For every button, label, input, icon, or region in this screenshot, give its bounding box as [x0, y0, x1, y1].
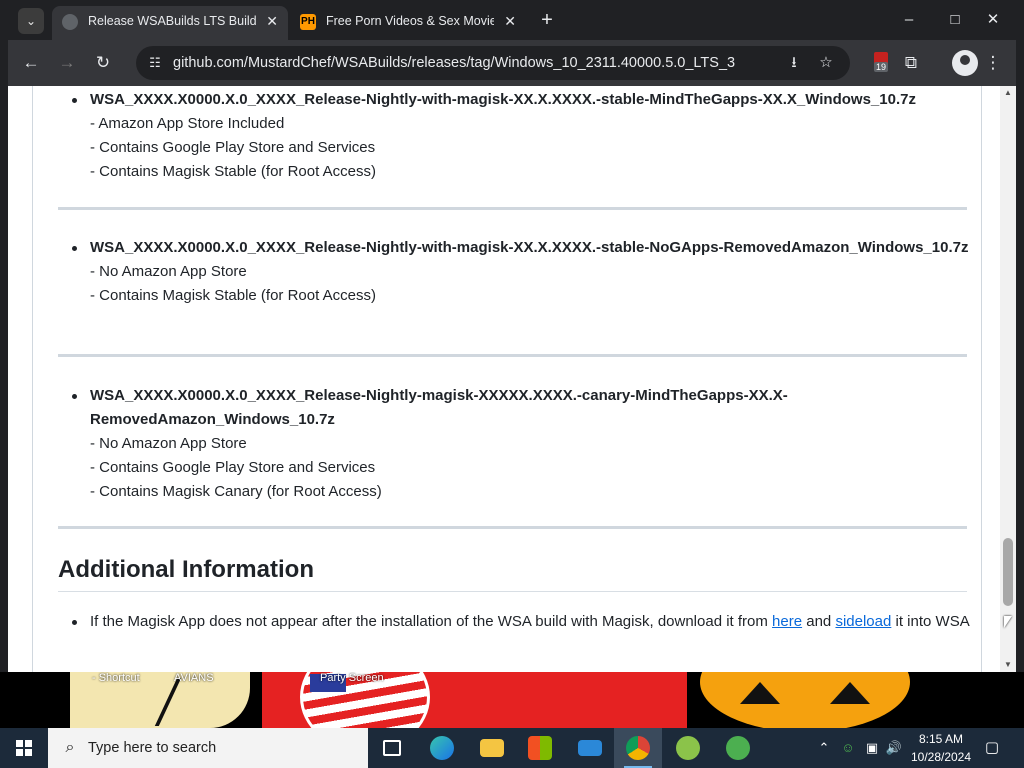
tray-app-icon[interactable]: ☺ — [838, 738, 858, 758]
install-app-icon[interactable]: ⭳ — [784, 53, 804, 73]
taskbar-app-chrome[interactable] — [614, 728, 662, 768]
new-tab-button[interactable]: + — [534, 8, 560, 34]
github-icon — [62, 14, 78, 30]
asset-filename: WSA_XXXX.X0000.X.0_XXXX_Release-Nightly-… — [90, 387, 788, 428]
tab-search-button[interactable]: ⌄ — [18, 8, 44, 34]
edge-icon — [430, 736, 454, 760]
here-link[interactable]: here — [772, 613, 802, 630]
bullet-icon — [72, 246, 77, 251]
search-icon: ⌕ — [65, 739, 75, 756]
close-window-button[interactable]: ✕ — [970, 0, 1016, 40]
tab-title: Free Porn Videos & Sex Movies — [326, 14, 494, 28]
desktop-icon-label[interactable]: Party Screen — [320, 672, 384, 684]
task-view-button[interactable] — [368, 728, 416, 768]
desktop-icon-label[interactable]: AVIANS — [174, 672, 214, 684]
browser-window: ⌄ Release WSABuilds LTS Build #3 ✕ PH Fr… — [0, 0, 1024, 672]
asset-filename: WSA_XXXX.X0000.X.0_XXXX_Release-Nightly-… — [90, 91, 916, 108]
tab-active[interactable]: Release WSABuilds LTS Build #3 ✕ — [52, 6, 288, 40]
asset-note: - Contains Magisk Stable (for Root Acces… — [90, 163, 376, 180]
taskbar-app-edge[interactable] — [418, 728, 466, 768]
scroll-down-arrow-icon[interactable]: ▼ — [1000, 658, 1016, 672]
tab-inactive[interactable]: PH Free Porn Videos & Sex Movies ✕ — [290, 6, 526, 40]
chrome-icon — [626, 736, 650, 760]
asset-note: - Amazon App Store Included — [90, 115, 285, 132]
extensions-puzzle-icon[interactable]: ⧉ — [896, 48, 926, 78]
taskbar-app-file-explorer[interactable] — [468, 728, 516, 768]
release-asset-item: WSA_XXXX.X0000.X.0_XXXX_Release-Nightly-… — [72, 236, 970, 308]
page-scrollbar[interactable]: ▲ ▼ — [1000, 86, 1016, 672]
site-info-icon[interactable]: ☷ — [146, 54, 164, 72]
asset-note: - Contains Google Play Store and Service… — [90, 459, 376, 476]
asset-note: - Contains Magisk Stable (for Root Acces… — [90, 287, 376, 304]
site-favicon-icon: PH — [300, 14, 316, 30]
back-button[interactable]: ← — [16, 48, 46, 78]
forward-button[interactable]: → — [52, 48, 82, 78]
divider — [58, 354, 967, 357]
sideload-link[interactable]: sideload — [835, 613, 891, 630]
release-notes-content: WSA_XXXX.X0000.X.0_XXXX_Release-Nightly-… — [32, 86, 982, 672]
info-text: it into WSA — [891, 613, 970, 630]
asset-note: - No Amazon App Store — [90, 435, 247, 452]
divider — [58, 526, 967, 529]
menu-kebab-icon[interactable]: ⋮ — [978, 48, 1008, 78]
extension-badge-count: 19 — [874, 62, 889, 72]
taskbar-search[interactable]: ⌕ Type here to search — [48, 728, 368, 768]
release-asset-item: WSA_XXXX.X0000.X.0_XXXX_Release-Nightly-… — [72, 384, 970, 504]
info-text: If the Magisk App does not appear after … — [90, 613, 773, 630]
app-green-icon — [676, 736, 700, 760]
page-viewport: WSA_XXXX.X0000.X.0_XXXX_Release-Nightly-… — [8, 86, 1016, 672]
url-text[interactable]: github.com/MustardChef/WSABuilds/release… — [173, 46, 735, 80]
notification-icon[interactable]: ▢ — [980, 736, 1004, 760]
people-icon — [726, 736, 750, 760]
scrollbar-thumb[interactable] — [1003, 538, 1013, 606]
taskbar-app-people[interactable] — [714, 728, 762, 768]
bullet-icon — [72, 394, 77, 399]
start-button[interactable] — [0, 728, 48, 768]
taskbar-app-green[interactable] — [664, 728, 712, 768]
profile-avatar[interactable] — [952, 50, 978, 76]
store-icon — [528, 736, 552, 760]
clock-time: 8:15 AM — [918, 732, 964, 746]
asset-note: - Contains Google Play Store and Service… — [90, 139, 376, 156]
reload-button[interactable]: ↻ — [88, 48, 118, 78]
heading-rule — [58, 591, 967, 592]
additional-info-item: If the Magisk App does not appear after … — [72, 610, 970, 634]
minimize-button[interactable]: – — [886, 0, 932, 40]
bullet-icon — [72, 620, 77, 625]
tab-strip: ⌄ Release WSABuilds LTS Build #3 ✕ PH Fr… — [8, 0, 1016, 40]
desktop-icon-label[interactable]: - Shortcut — [92, 672, 140, 684]
section-heading: Additional Information — [58, 556, 314, 583]
desktop-wallpaper: - Shortcut AVIANS Party Screen — [0, 672, 1024, 728]
windows-taskbar: ⌕ Type here to search ⌃ ☺ ▣ 🔊 8:15 AM 10… — [0, 728, 1024, 768]
asset-filename: WSA_XXXX.X0000.X.0_XXXX_Release-Nightly-… — [90, 239, 969, 256]
asset-note: - Contains Magisk Canary (for Root Acces… — [90, 483, 382, 500]
taskbar-app-store[interactable] — [516, 728, 564, 768]
mail-icon — [578, 740, 602, 756]
info-text: and — [802, 613, 836, 630]
divider — [58, 207, 967, 210]
clock-date: 10/28/2024 — [910, 750, 972, 764]
network-icon[interactable]: ▣ — [862, 738, 882, 758]
browser-toolbar: ← → ↻ ☷ github.com/MustardChef/WSABuilds… — [8, 40, 1016, 86]
windows-logo-icon — [16, 740, 32, 756]
mouse-cursor-icon — [1004, 616, 1012, 628]
scroll-up-arrow-icon[interactable]: ▲ — [1000, 86, 1016, 100]
tab-title: Release WSABuilds LTS Build #3 — [88, 14, 256, 28]
search-placeholder: Type here to search — [88, 740, 217, 756]
asset-note: - No Amazon App Store — [90, 263, 247, 280]
release-asset-item: WSA_XXXX.X0000.X.0_XXXX_Release-Nightly-… — [72, 88, 970, 184]
close-icon[interactable]: ✕ — [504, 6, 516, 36]
task-view-icon — [383, 740, 401, 756]
file-explorer-icon — [480, 739, 504, 757]
bullet-icon — [72, 98, 77, 103]
address-bar[interactable]: ☷ github.com/MustardChef/WSABuilds/relea… — [136, 46, 850, 80]
taskbar-app-mail[interactable] — [566, 728, 614, 768]
taskbar-clock[interactable]: 8:15 AM 10/28/2024 — [906, 730, 976, 766]
volume-icon[interactable]: 🔊 — [884, 738, 904, 758]
bookmark-star-icon[interactable]: ☆ — [816, 53, 836, 73]
close-icon[interactable]: ✕ — [266, 6, 278, 36]
chevron-up-icon[interactable]: ⌃ — [814, 738, 834, 758]
